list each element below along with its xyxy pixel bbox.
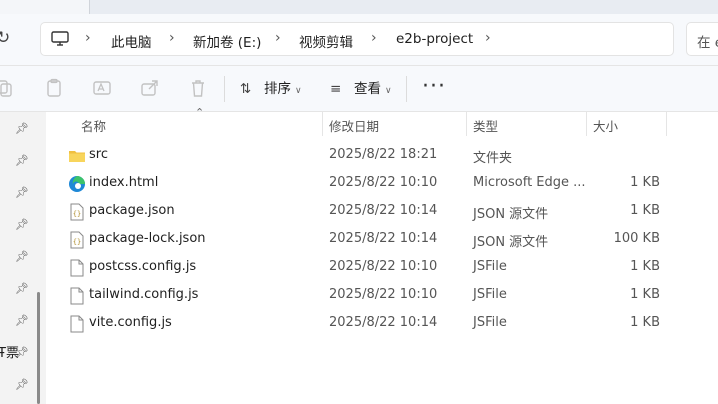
file-type: Microsoft Edge ... (473, 175, 586, 190)
file-icon (70, 259, 84, 277)
file-type: JSON 源文件 (473, 235, 549, 250)
file-type: JSON 源文件 (473, 207, 549, 222)
breadcrumb-project[interactable]: e2b-project (396, 31, 473, 47)
pin-icon[interactable]: 📌︎ (15, 186, 29, 199)
column-divider[interactable] (322, 112, 323, 136)
file-modified: 2025/8/22 10:14 (329, 231, 438, 246)
file-row-package-json[interactable]: {} package.json 2025/8/22 10:14 JSON 源文件… (46, 198, 718, 226)
pin-icon[interactable]: 📌︎ (15, 282, 29, 295)
command-bar: ⇅ 排序 ∨ ≡ 查看 ∨ ··· (0, 66, 718, 112)
pin-icon[interactable]: 📌︎ (15, 378, 29, 391)
file-name[interactable]: postcss.config.js (89, 259, 196, 274)
file-size: 1 KB (630, 315, 660, 330)
file-type: JSFile (473, 315, 507, 330)
breadcrumb-drive[interactable]: 新加卷 (E:) (193, 31, 261, 51)
svg-text:{}: {} (73, 210, 81, 218)
toolbar-divider (224, 76, 225, 102)
nav-scrollbar[interactable] (37, 292, 40, 404)
column-header-type[interactable]: 类型 (473, 116, 498, 135)
file-type: JSFile (473, 287, 507, 302)
file-row-package-lock-json[interactable]: {} package-lock.json 2025/8/22 10:14 JSO… (46, 226, 718, 254)
chevron-right-icon[interactable]: › (485, 30, 491, 46)
sort-button[interactable]: ⇅ 排序 ∨ (240, 77, 302, 101)
column-divider[interactable] (466, 112, 467, 136)
svg-text:{}: {} (73, 238, 81, 246)
file-name[interactable]: vite.config.js (89, 315, 172, 330)
this-pc-icon[interactable] (51, 31, 69, 47)
copy-icon[interactable] (0, 78, 14, 98)
column-header-name[interactable]: 名称 (81, 116, 106, 135)
file-row-index-html[interactable]: index.html 2025/8/22 10:10 Microsoft Edg… (46, 170, 718, 198)
pin-icon[interactable]: 📌︎ (15, 250, 29, 263)
chevron-right-icon[interactable]: › (371, 30, 377, 46)
file-row-postcss-config[interactable]: postcss.config.js 2025/8/22 10:10 JSFile… (46, 254, 718, 282)
pin-icon[interactable]: 📌︎ (15, 218, 29, 231)
view-button[interactable]: ≡ 查看 ∨ (330, 77, 392, 101)
file-modified: 2025/8/22 10:10 (329, 287, 438, 302)
file-icon (70, 315, 84, 333)
file-row-tailwind-config[interactable]: tailwind.config.js 2025/8/22 10:10 JSFil… (46, 282, 718, 310)
more-options-button[interactable]: ··· (422, 74, 446, 99)
folder-icon (69, 151, 85, 162)
file-modified: 2025/8/22 10:10 (329, 175, 438, 190)
file-type: JSFile (473, 259, 507, 274)
file-modified: 2025/8/22 10:10 (329, 259, 438, 274)
breadcrumb-video-editing[interactable]: 视频剪辑 (299, 31, 353, 51)
pin-icon[interactable]: 📌︎ (15, 122, 29, 135)
file-row-src[interactable]: src 2025/8/22 18:21 文件夹 (46, 142, 718, 170)
address-bar[interactable]: › 此电脑 › 新加卷 (E:) › 视频剪辑 › e2b-project › (40, 22, 674, 56)
address-row: ↻ › 此电脑 › 新加卷 (E:) › 视频剪辑 › e2b-project … (0, 14, 718, 66)
view-label: 查看 (354, 81, 381, 97)
active-tab[interactable] (0, 0, 90, 14)
file-type: 文件夹 (473, 151, 513, 166)
file-size: 1 KB (630, 259, 660, 274)
navigation-pane: 📌︎ 📌︎ 📌︎ 📌︎ 📌︎ 📌︎ 📌︎ 📌︎ 📌︎ Ŧ票 (0, 112, 46, 404)
refresh-icon[interactable]: ↻ (0, 28, 16, 50)
rename-icon[interactable] (92, 78, 112, 98)
chevron-down-icon: ∨ (295, 86, 302, 96)
breadcrumb-this-pc[interactable]: 此电脑 (111, 31, 152, 51)
pin-icon[interactable]: 📌︎ (15, 154, 29, 167)
chevron-right-icon[interactable]: › (169, 30, 175, 46)
column-header-size[interactable]: 大小 (593, 116, 618, 135)
file-name[interactable]: index.html (89, 175, 158, 190)
file-modified: 2025/8/22 18:21 (329, 147, 438, 162)
edge-icon (69, 176, 85, 192)
sort-icon: ⇅ (240, 81, 252, 97)
file-size: 1 KB (630, 287, 660, 302)
search-input[interactable]: 在 e (686, 22, 718, 56)
file-size: 1 KB (630, 203, 660, 218)
chevron-down-icon: ∨ (385, 86, 392, 96)
toolbar-divider (406, 76, 407, 102)
share-icon[interactable] (140, 78, 160, 98)
pin-icon[interactable]: 📌︎ (15, 314, 29, 327)
file-name[interactable]: src (89, 147, 108, 162)
file-size: 100 KB (613, 231, 660, 246)
column-header-modified[interactable]: 修改日期 (329, 116, 379, 135)
file-name[interactable]: package-lock.json (89, 231, 206, 246)
tab-strip (0, 0, 718, 14)
file-modified: 2025/8/22 10:14 (329, 203, 438, 218)
file-row-vite-config[interactable]: vite.config.js 2025/8/22 10:14 JSFile 1 … (46, 310, 718, 338)
file-size: 1 KB (630, 175, 660, 190)
file-name[interactable]: tailwind.config.js (89, 287, 198, 302)
column-divider[interactable] (666, 112, 667, 136)
chevron-right-icon[interactable]: › (85, 30, 91, 46)
json-file-icon: {} (70, 203, 84, 221)
paste-icon[interactable] (44, 78, 64, 98)
file-list: ⌃ 名称 修改日期 类型 大小 src 2025/8/22 18:21 文件夹 … (46, 106, 718, 404)
delete-icon[interactable] (188, 78, 208, 98)
chevron-right-icon[interactable]: › (275, 30, 281, 46)
nav-item-label[interactable]: Ŧ票 (0, 342, 19, 361)
search-placeholder: 在 e (697, 35, 718, 51)
view-icon: ≡ (330, 81, 342, 97)
json-file-icon: {} (70, 231, 84, 249)
file-name[interactable]: package.json (89, 203, 175, 218)
file-icon (70, 287, 84, 305)
sort-ascending-icon: ⌃ (195, 106, 205, 119)
column-divider[interactable] (586, 112, 587, 136)
file-modified: 2025/8/22 10:14 (329, 315, 438, 330)
sort-label: 排序 (264, 81, 291, 97)
